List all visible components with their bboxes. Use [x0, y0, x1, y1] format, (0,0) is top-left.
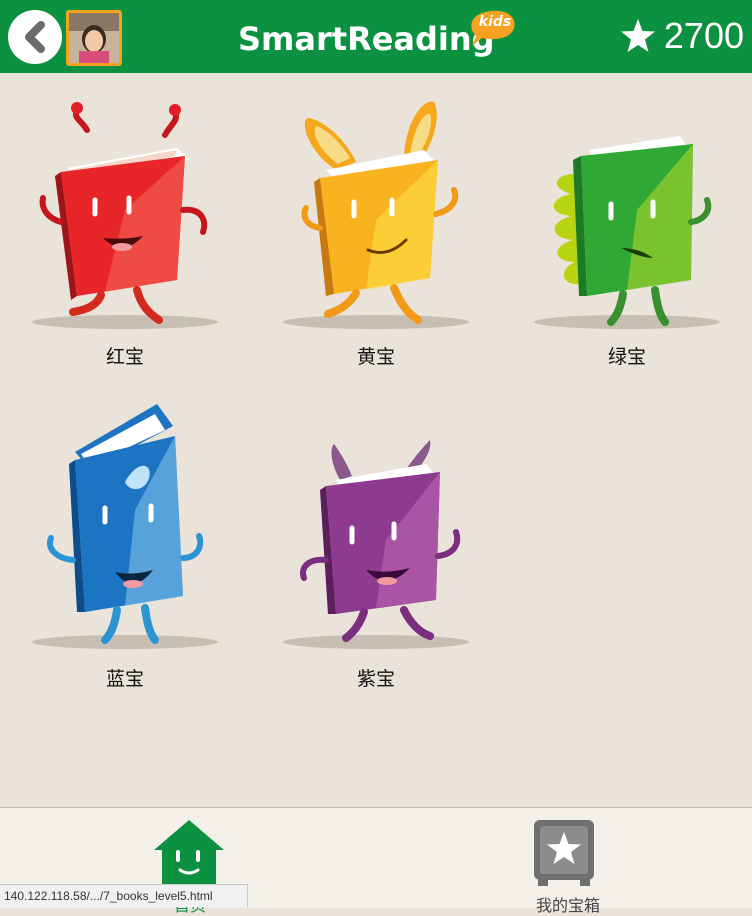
character-purple[interactable]: 紫宝	[251, 400, 501, 700]
star-icon	[620, 19, 655, 52]
character-label: 红宝	[105, 346, 144, 368]
user-avatar[interactable]	[66, 10, 122, 66]
kids-badge: kids	[464, 8, 524, 52]
character-label: 紫宝	[356, 668, 395, 690]
character-label: 绿宝	[607, 346, 646, 368]
score-value: 2700	[663, 15, 744, 56]
back-button[interactable]	[8, 10, 62, 64]
treasure-box-nav-label: 我的宝箱	[535, 896, 600, 915]
star-score: 2700	[620, 12, 744, 60]
purple-book-character	[283, 440, 469, 649]
red-book-character	[32, 102, 218, 329]
avatar-photo	[69, 13, 119, 63]
blue-book-character	[32, 404, 218, 649]
character-label: 黄宝	[356, 346, 395, 368]
kids-badge-text: kids	[478, 14, 512, 30]
character-yellow[interactable]: 黄宝	[251, 90, 501, 390]
top-bar: SmartReading kids 2700	[0, 0, 752, 73]
chevron-left-icon	[25, 21, 45, 53]
yellow-book-character	[283, 101, 469, 329]
treasure-box-nav-button[interactable]: 我的宝箱	[528, 818, 608, 915]
character-green[interactable]: 绿宝	[502, 90, 752, 390]
treasure-box-icon	[534, 820, 594, 886]
logo-text: SmartReading	[238, 20, 495, 58]
character-red[interactable]: 红宝	[0, 90, 250, 390]
home-book-icon	[154, 820, 224, 888]
character-label: 蓝宝	[105, 668, 144, 690]
character-blue[interactable]: 蓝宝	[0, 400, 250, 700]
browser-status-url: 140.122.118.58/.../7_books_level5.html	[0, 884, 248, 907]
green-book-character	[534, 136, 720, 329]
